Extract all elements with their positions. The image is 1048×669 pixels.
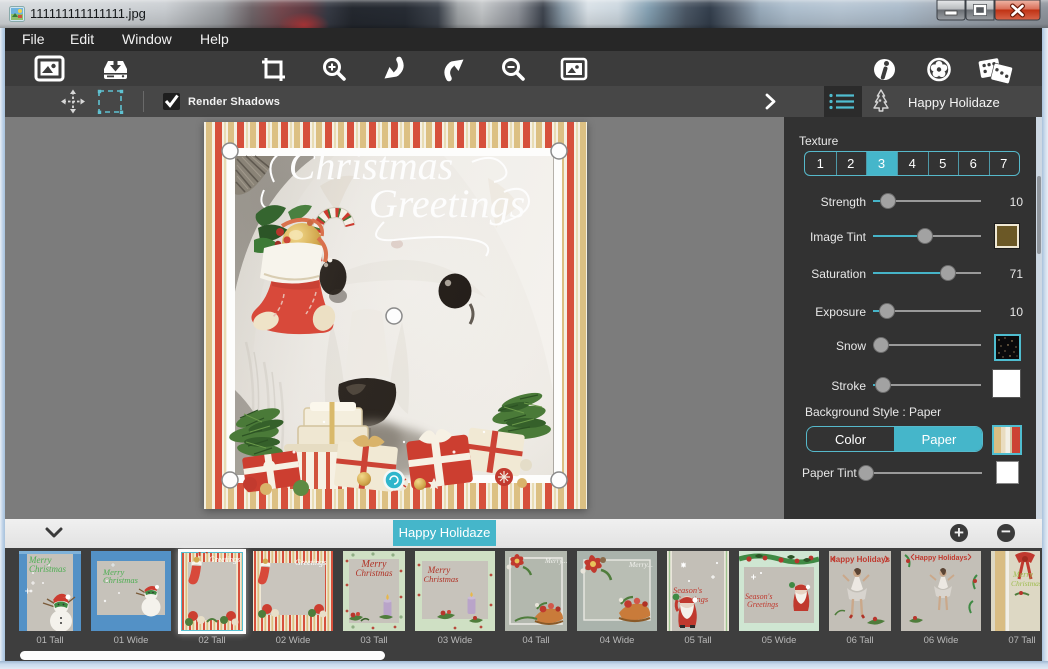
- svg-text:Merry...: Merry...: [544, 557, 567, 565]
- svg-text:Christmas: Christmas: [1011, 579, 1040, 588]
- svg-text:Greetings: Greetings: [295, 558, 326, 567]
- svg-text:Christmas: Christmas: [103, 575, 139, 585]
- svg-text:Christmas: Christmas: [424, 574, 460, 584]
- svg-text:Happy Holidays: Happy Holidays: [830, 555, 891, 564]
- svg-text:Merry: Merry: [1012, 570, 1033, 579]
- svg-text:Happy Holidays: Happy Holidays: [915, 555, 968, 562]
- svg-text:Greetings: Greetings: [747, 600, 778, 609]
- svg-text:Greetings: Greetings: [369, 181, 525, 226]
- svg-text:Christmas: Christmas: [29, 564, 67, 574]
- svg-text:Greetings: Greetings: [209, 555, 240, 564]
- svg-text:Christmas: Christmas: [355, 568, 393, 578]
- svg-text:Merry...: Merry...: [628, 560, 653, 569]
